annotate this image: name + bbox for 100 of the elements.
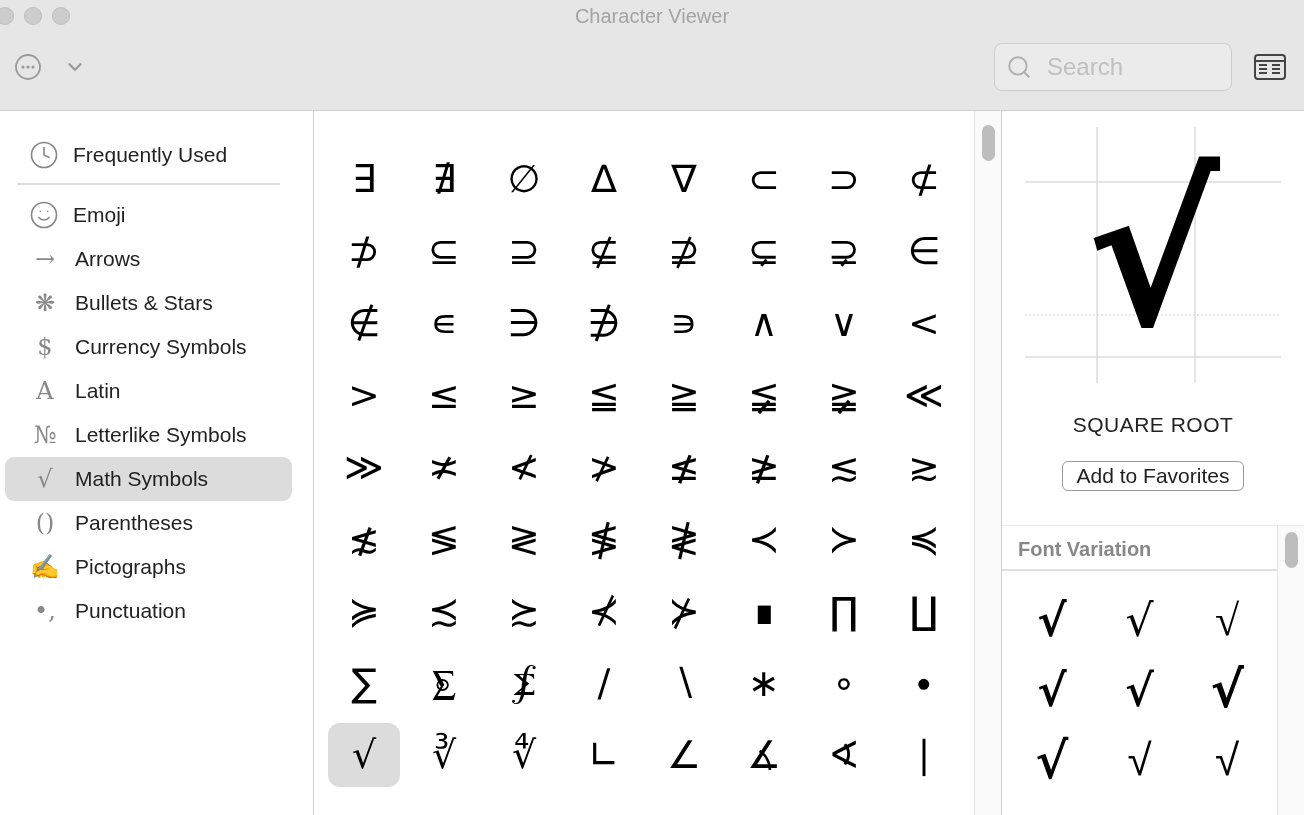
character-cell[interactable]: ⊃ (808, 147, 880, 211)
character-cell[interactable]: ⊅ (328, 219, 400, 283)
character-cell[interactable]: ∏ (808, 579, 880, 643)
character-cell[interactable]: ⊊ (728, 219, 800, 283)
character-cell[interactable]: √ (328, 723, 400, 787)
character-cell[interactable]: ∙ (888, 651, 960, 715)
character-cell[interactable]: ≷ (488, 507, 560, 571)
character-cell[interactable]: ⊋ (808, 219, 880, 283)
character-cell[interactable]: ≪ (888, 363, 960, 427)
character-cell[interactable]: ∑ (328, 651, 400, 715)
character-cell[interactable]: > (328, 363, 400, 427)
character-cell[interactable]: ≦ (568, 363, 640, 427)
character-cell[interactable]: ≴ (328, 507, 400, 571)
zoom-button[interactable] (52, 7, 70, 25)
sidebar-item[interactable]: ✍ Pictographs (5, 545, 292, 589)
character-cell[interactable]: ∍ (648, 291, 720, 355)
character-cell[interactable]: ≥ (488, 363, 560, 427)
character-cell[interactable]: ∈ (888, 219, 960, 283)
character-cell[interactable]: ∆ (568, 147, 640, 211)
character-cell[interactable]: ∘ (808, 651, 880, 715)
font-variant[interactable]: √ (1008, 655, 1096, 725)
character-cell[interactable]: ∃ (328, 147, 400, 211)
close-button[interactable] (0, 7, 14, 25)
add-to-favorites-button[interactable]: Add to Favorites (1061, 461, 1245, 491)
character-cell[interactable]: ∕ (568, 651, 640, 715)
font-variant[interactable]: √ (1183, 725, 1271, 795)
character-cell[interactable]: ≫ (328, 435, 400, 499)
character-cell[interactable]: ∡ (728, 723, 800, 787)
character-cell[interactable]: ⨊ (408, 651, 480, 715)
character-cell[interactable]: ⊇ (488, 219, 560, 283)
minimize-button[interactable] (24, 7, 42, 25)
character-cell[interactable]: ≶ (408, 507, 480, 571)
keyboard-viewer-button[interactable] (1254, 54, 1286, 80)
sidebar-item[interactable]: № Letterlike Symbols (5, 413, 292, 457)
character-cell[interactable]: ≲ (808, 435, 880, 499)
sidebar-item[interactable]: ❋ Bullets & Stars (5, 281, 292, 325)
scrollbar-thumb[interactable] (1284, 532, 1298, 568)
font-variant[interactable]: √ (1095, 585, 1184, 655)
scrollbar-thumb[interactable] (981, 125, 995, 161)
character-cell[interactable]: ≭ (408, 435, 480, 499)
character-cell[interactable]: ≰ (648, 435, 720, 499)
font-variant[interactable]: √ (1095, 725, 1184, 795)
character-cell[interactable]: ≧ (648, 363, 720, 427)
character-cell[interactable]: ∣ (888, 723, 960, 787)
sidebar-item[interactable]: √ Math Symbols (5, 457, 292, 501)
character-cell[interactable]: ∜ (488, 723, 560, 787)
character-cell[interactable]: ∠ (648, 723, 720, 787)
character-cell[interactable]: ≿ (488, 579, 560, 643)
character-cell[interactable]: ≼ (888, 507, 960, 571)
character-cell[interactable]: ⊉ (648, 219, 720, 283)
character-cell[interactable]: ∛ (408, 723, 480, 787)
character-cell[interactable]: ⊆ (408, 219, 480, 283)
sidebar-item[interactable]: Frequently Used (5, 133, 292, 177)
character-cell[interactable]: ∖ (648, 651, 720, 715)
sidebar-item[interactable]: → Arrows (5, 237, 292, 281)
character-cell[interactable]: ∉ (328, 291, 400, 355)
character-cell[interactable]: ≻ (808, 507, 880, 571)
character-cell[interactable]: ≯ (568, 435, 640, 499)
font-variant[interactable]: √ (1095, 655, 1184, 725)
sidebar-item[interactable]: Emoji (5, 193, 292, 237)
font-variant[interactable]: √ (1183, 655, 1271, 725)
character-cell[interactable]: ⨋ (488, 651, 560, 715)
sidebar-item[interactable]: •, Punctuation (5, 589, 292, 633)
character-cell[interactable]: ∇ (648, 147, 720, 211)
sidebar-item[interactable]: () Parentheses (5, 501, 292, 545)
character-cell[interactable]: ⊂ (728, 147, 800, 211)
character-cell[interactable]: ⊁ (648, 579, 720, 643)
more-options-button[interactable] (14, 53, 42, 81)
character-cell[interactable]: ∅ (488, 147, 560, 211)
font-variant[interactable]: √ (1008, 725, 1096, 795)
character-cell[interactable]: ≹ (648, 507, 720, 571)
character-cell[interactable]: ∗ (728, 651, 800, 715)
character-cell[interactable]: ≩ (808, 363, 880, 427)
character-cell[interactable]: ≽ (328, 579, 400, 643)
character-cell[interactable]: ∢ (808, 723, 880, 787)
character-cell[interactable]: ∟ (568, 723, 640, 787)
character-cell[interactable]: ≱ (728, 435, 800, 499)
character-cell[interactable]: ≺ (728, 507, 800, 571)
character-cell[interactable]: ⊈ (568, 219, 640, 283)
character-cell[interactable]: ∄ (408, 147, 480, 211)
character-cell[interactable]: ≨ (728, 363, 800, 427)
character-cell[interactable]: ⊄ (888, 147, 960, 211)
character-cell[interactable]: ≸ (568, 507, 640, 571)
character-cell[interactable]: ∋ (488, 291, 560, 355)
character-cell[interactable]: ∎ (728, 579, 800, 643)
character-cell[interactable]: ≮ (488, 435, 560, 499)
character-cell[interactable]: ≾ (408, 579, 480, 643)
character-cell[interactable]: < (888, 291, 960, 355)
font-variant[interactable]: √ (1183, 585, 1271, 655)
sidebar-item[interactable]: $ Currency Symbols (5, 325, 292, 369)
character-cell[interactable]: ∧ (728, 291, 800, 355)
font-variant[interactable]: √ (1008, 585, 1096, 655)
character-cell[interactable]: ≤ (408, 363, 480, 427)
character-cell[interactable]: ∐ (888, 579, 960, 643)
sidebar-item[interactable]: A Latin (5, 369, 292, 413)
character-cell[interactable]: ⊀ (568, 579, 640, 643)
character-cell[interactable]: ∊ (408, 291, 480, 355)
character-cell[interactable]: ∌ (568, 291, 640, 355)
character-cell[interactable]: ≳ (888, 435, 960, 499)
character-cell[interactable]: ∨ (808, 291, 880, 355)
